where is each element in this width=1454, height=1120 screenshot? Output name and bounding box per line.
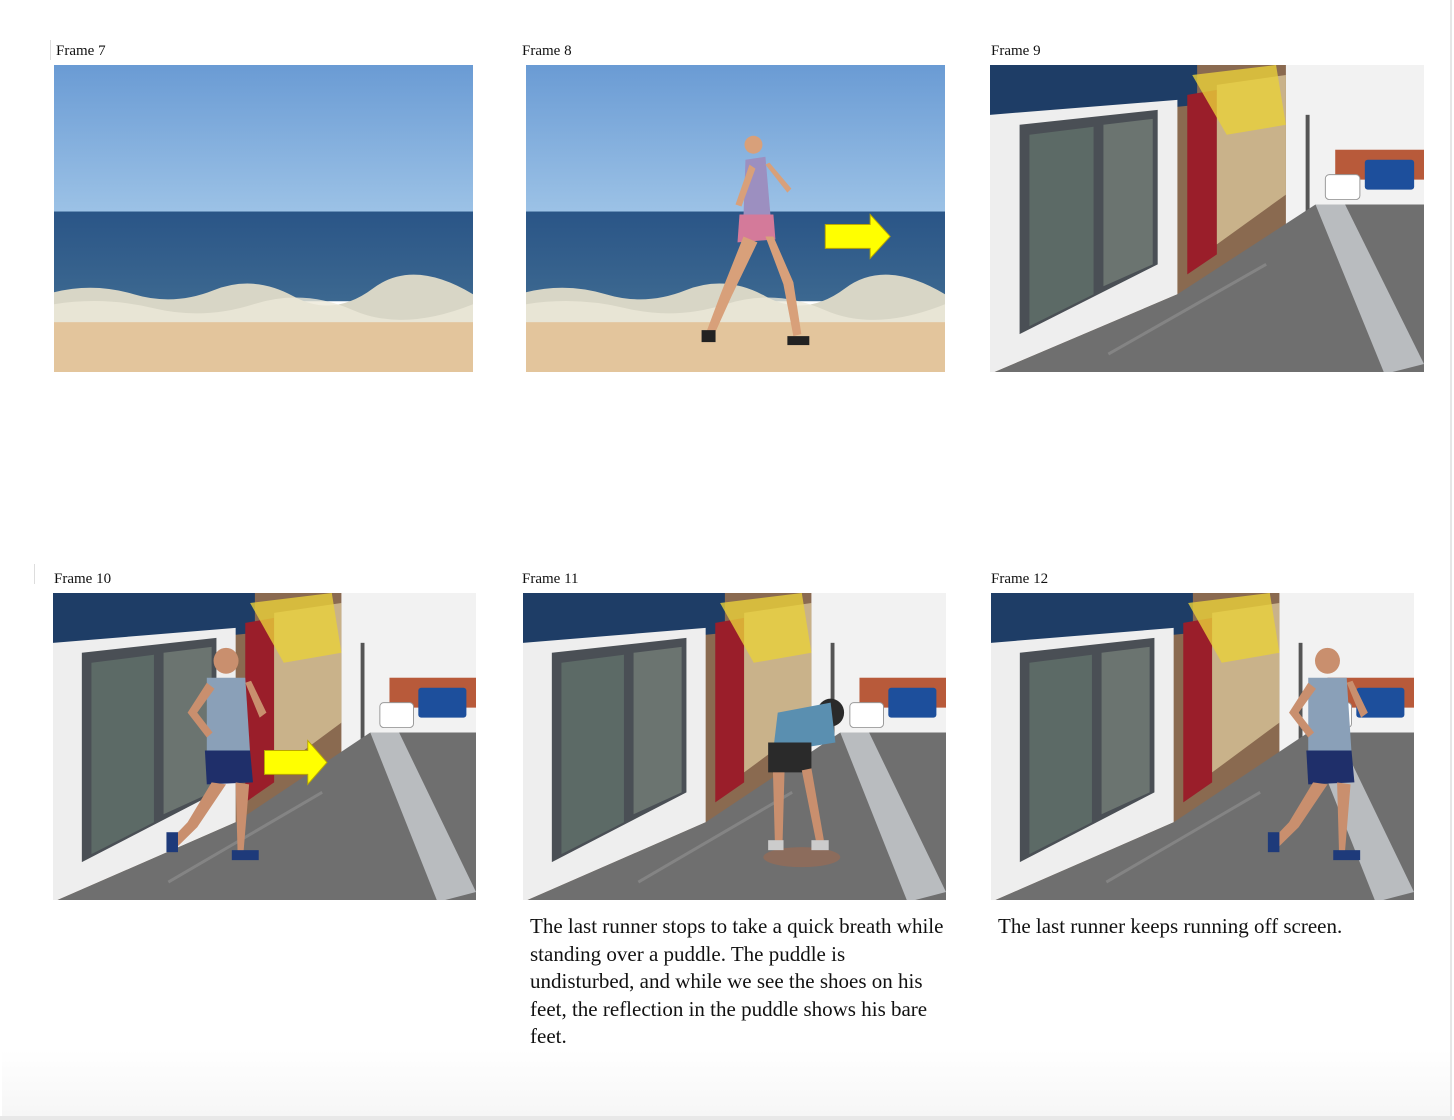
frame-10-label: Frame 10 [54, 571, 112, 587]
frame-10-image [53, 593, 476, 900]
margin-mark [34, 564, 35, 584]
frame-12-label: Frame 12 [991, 571, 1049, 587]
frame-9-label: Frame 9 [991, 43, 1041, 59]
frame-7-image [54, 65, 473, 372]
frame-12-caption: The last runner keeps running off screen… [998, 914, 1343, 938]
street-scene-illustration [53, 593, 476, 900]
beach-scene-illustration [54, 65, 473, 372]
street-scene-illustration [523, 593, 946, 900]
frame-7-label: Frame 7 [56, 43, 106, 59]
margin-mark [50, 40, 51, 60]
frame-8-label: Frame 8 [522, 43, 572, 59]
frame-8-image [526, 65, 945, 372]
street-scene-illustration [991, 593, 1414, 900]
frame-9-image [990, 65, 1424, 372]
frame-11-caption: The last runner stops to take a quick br… [530, 914, 944, 1048]
street-scene-illustration [990, 65, 1424, 372]
window-bottom-edge [0, 1116, 1454, 1120]
frame-12-image [991, 593, 1414, 900]
frame-11-label: Frame 11 [522, 571, 579, 587]
frame-11-image [523, 593, 946, 900]
beach-scene-illustration [526, 65, 945, 372]
storyboard-page: Frame 7 Frame 8 Frame 9 Frame 10 Frame 1… [2, 0, 1452, 1116]
